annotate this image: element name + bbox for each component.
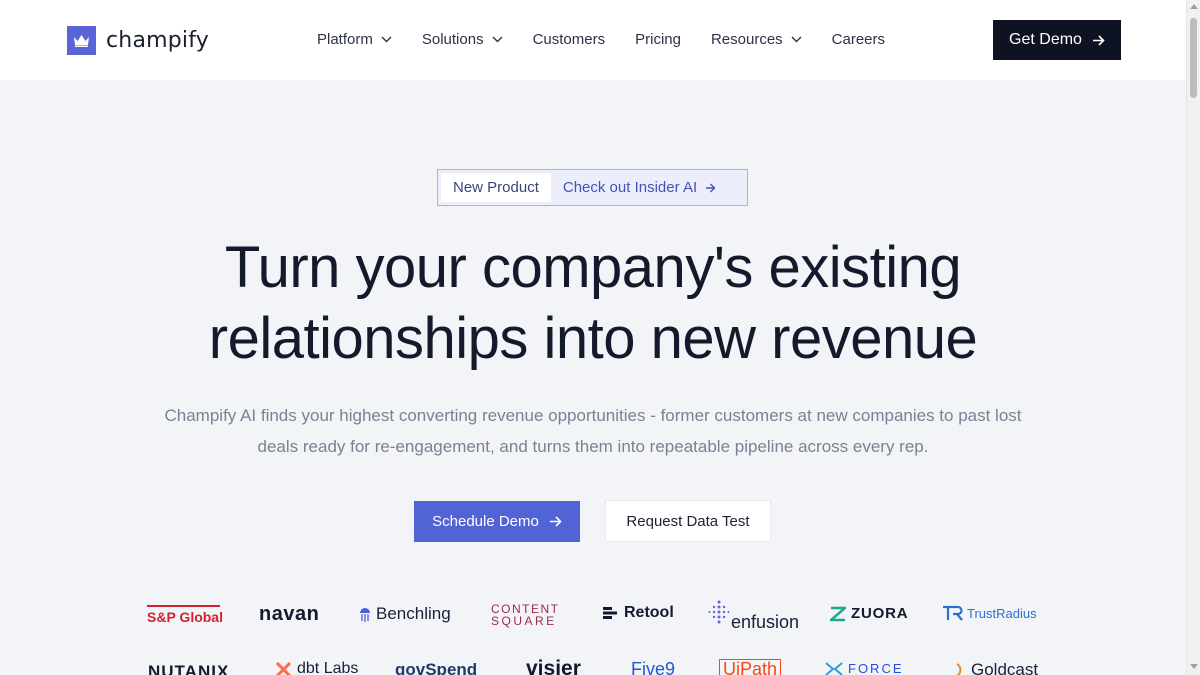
customer-logo-govspend: govSpend xyxy=(395,660,478,675)
customer-logo-goldcast: Goldcast xyxy=(955,660,1038,675)
chevron-down-icon xyxy=(492,36,503,43)
chevron-down-icon xyxy=(791,36,802,43)
arrow-right-icon xyxy=(549,516,562,527)
customer-logo-dbt-labs: dbt Labs xyxy=(275,660,358,675)
new-product-tag: New Product xyxy=(441,173,551,202)
insider-ai-link-label: Check out Insider AI xyxy=(562,179,698,196)
trustradius-icon xyxy=(943,605,963,621)
hero-subtitle: Champify AI finds your highest convertin… xyxy=(150,400,1036,462)
hero-subtitle-line-2: deals ready for re-engagement, and turns… xyxy=(257,437,929,456)
customer-logo-zuora: ZUORA xyxy=(830,605,908,622)
scroll-thumb[interactable] xyxy=(1190,18,1197,98)
customer-logo-visier: visier xyxy=(526,657,581,675)
nav-item-customers[interactable]: Customers xyxy=(533,31,606,48)
arrow-right-icon xyxy=(1092,34,1105,46)
brand-logo[interactable]: champify xyxy=(67,26,209,55)
get-demo-button[interactable]: Get Demo xyxy=(993,20,1121,60)
site-header: champify Platform Solutions Customers Pr… xyxy=(0,0,1186,80)
scroll-down-arrow-icon[interactable] xyxy=(1190,664,1198,669)
customer-logo-uipath: UiPath xyxy=(719,659,782,675)
get-demo-label: Get Demo xyxy=(1009,31,1082,48)
customer-logo-enfusion: enfusion xyxy=(708,596,799,633)
schedule-demo-button[interactable]: Schedule Demo xyxy=(414,501,580,542)
customer-logo-contentsquare: CONTENT SQUARE xyxy=(491,602,560,628)
customer-logo-retool: Retool xyxy=(603,604,674,622)
retool-icon xyxy=(603,607,617,619)
insider-ai-link[interactable]: Check out Insider AI xyxy=(563,179,716,196)
customer-logo-five9: Five9 xyxy=(631,659,676,675)
nav-item-pricing[interactable]: Pricing xyxy=(635,31,681,48)
scroll-up-arrow-icon[interactable] xyxy=(1190,4,1198,9)
nav-item-label: Careers xyxy=(831,31,886,48)
schedule-demo-label: Schedule Demo xyxy=(432,513,539,530)
request-data-test-button[interactable]: Request Data Test xyxy=(605,500,771,542)
nav-item-label: Solutions xyxy=(421,31,484,48)
zuora-icon xyxy=(830,606,846,621)
arrow-right-icon xyxy=(706,183,716,192)
customer-logo-nutanix: NUTANIX xyxy=(148,662,230,675)
brand-name: champify xyxy=(106,28,210,53)
chevron-down-icon xyxy=(381,36,392,43)
customer-logo-benchling: Benchling xyxy=(359,604,451,624)
nav-item-label: Pricing xyxy=(635,31,681,48)
nav-item-careers[interactable]: Careers xyxy=(832,31,885,48)
request-data-test-label: Request Data Test xyxy=(626,512,750,530)
customer-logo-navan: navan xyxy=(259,603,320,625)
dbt-icon xyxy=(275,661,292,675)
hero-title-line-2: relationships into new revenue xyxy=(208,306,978,371)
nav-item-platform[interactable]: Platform xyxy=(317,31,392,48)
nav-item-solutions[interactable]: Solutions xyxy=(422,31,503,48)
hero-title-line-1: Turn your company's existing xyxy=(224,235,962,300)
hero-subtitle-line-1: Champify AI finds your highest convertin… xyxy=(164,406,1022,425)
nav-item-label: Customers xyxy=(532,31,606,48)
enfusion-dots-icon xyxy=(708,600,730,623)
hero-title: Turn your company's existing relationshi… xyxy=(0,232,1186,374)
customer-logo-trustradius: TrustRadius xyxy=(942,605,1037,621)
page-scrollbar[interactable] xyxy=(1186,0,1200,675)
nav-item-label: Resources xyxy=(710,31,783,48)
nav-item-label: Platform xyxy=(317,31,373,48)
announcement-pill[interactable]: New Product Check out Insider AI xyxy=(437,169,748,206)
goldcast-icon xyxy=(956,663,962,675)
crown-icon xyxy=(67,26,96,55)
customer-logo-sp-global: S&P Global xyxy=(147,605,223,627)
nav-item-resources[interactable]: Resources xyxy=(711,31,802,48)
force-icon xyxy=(825,661,843,675)
customer-logo-force: FORCE xyxy=(825,661,904,675)
main-nav: Platform Solutions Customers Pricing Res… xyxy=(317,31,915,48)
jellyfish-icon xyxy=(360,607,370,622)
